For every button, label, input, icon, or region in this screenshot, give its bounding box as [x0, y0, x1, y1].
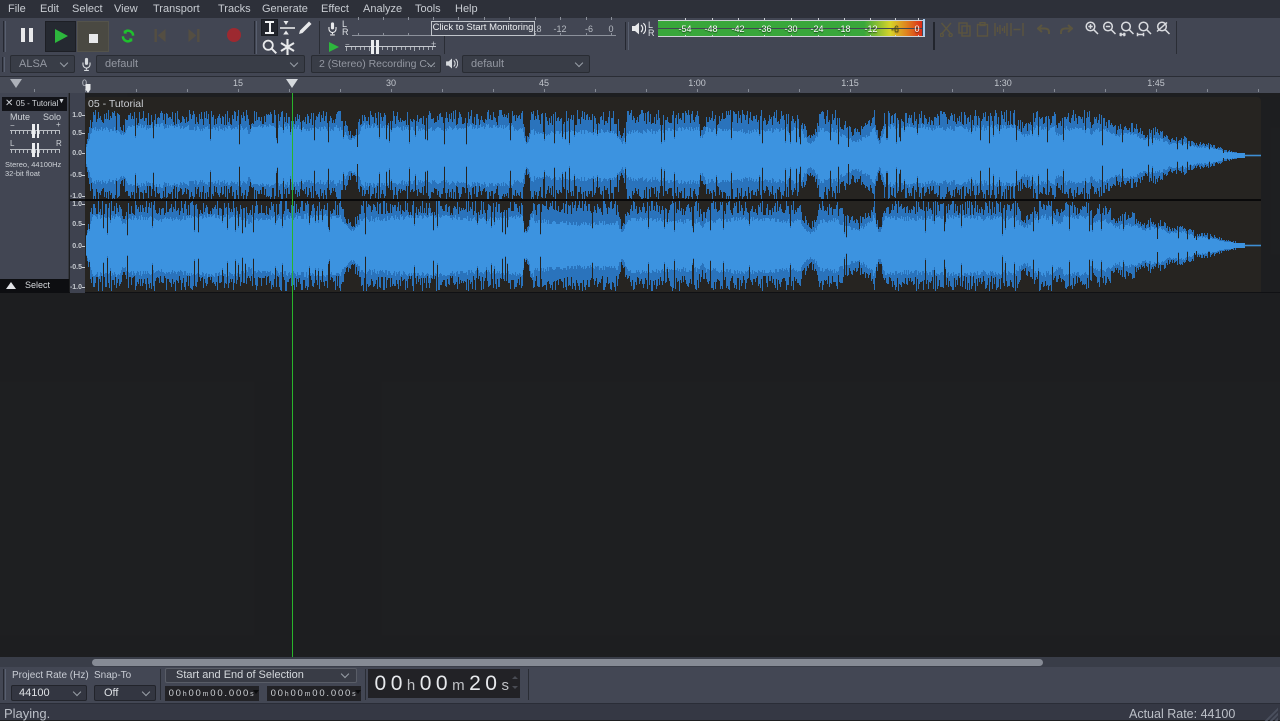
svg-text:05 - Tutorial: 05 - Tutorial [88, 98, 143, 110]
